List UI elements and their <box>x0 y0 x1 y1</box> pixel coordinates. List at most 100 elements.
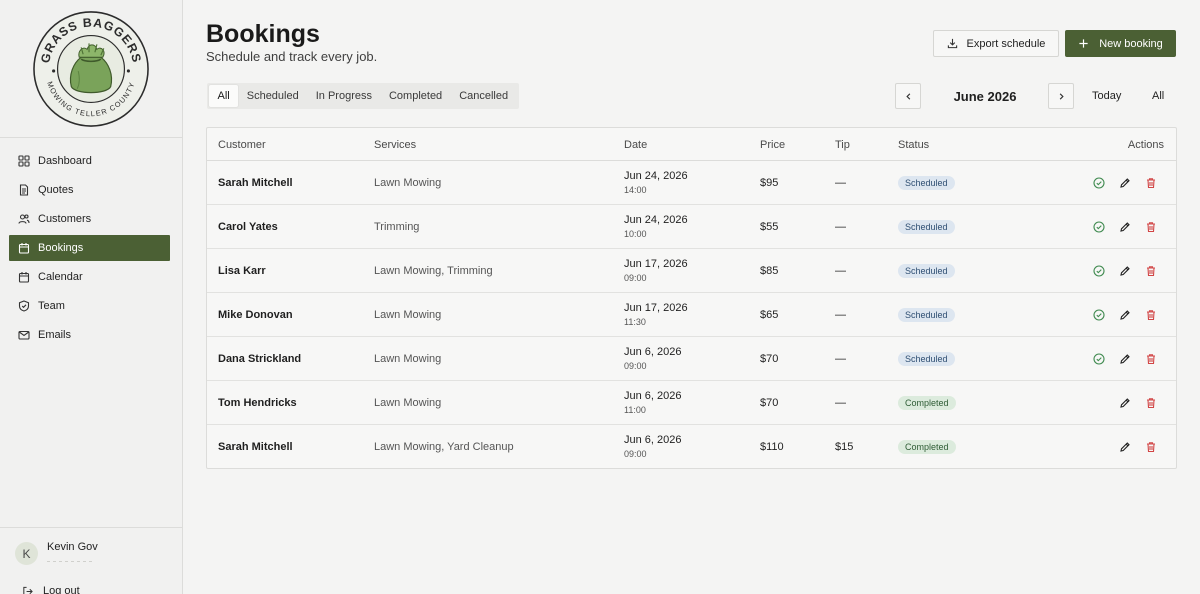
table-row[interactable]: Lisa Karr Lawn Mowing, Trimming Jun 17, … <box>207 249 1176 293</box>
column-header-actions: Actions <box>1127 139 1164 151</box>
price-value: $65 <box>760 309 779 321</box>
new-booking-button[interactable]: New booking <box>1065 30 1176 57</box>
booking-time: 14:00 <box>624 185 647 195</box>
edit-button[interactable] <box>1118 176 1132 190</box>
booking-time: 09:00 <box>624 361 647 371</box>
sidebar-item-customers[interactable]: Customers <box>9 206 170 232</box>
customer-name[interactable]: Dana Strickland <box>218 353 301 365</box>
column-header-services[interactable]: Services <box>374 139 416 151</box>
trash-icon <box>1147 442 1155 453</box>
sidebar-item-dashboard[interactable]: Dashboard <box>9 148 170 174</box>
tab-cancelled[interactable]: Cancelled <box>451 85 517 107</box>
edit-button[interactable] <box>1118 264 1132 278</box>
document-icon <box>19 184 29 196</box>
user-subtitle-placeholder <box>47 561 98 562</box>
status-badge: Scheduled <box>898 176 955 190</box>
user-block: K Kevin Gov Log out <box>0 527 182 594</box>
mark-complete-button[interactable] <box>1092 308 1106 322</box>
sidebar-item-emails[interactable]: Emails <box>9 322 170 348</box>
tab-in-progress[interactable]: In Progress <box>307 85 380 107</box>
logout-button[interactable]: Log out <box>22 585 80 594</box>
sidebar-item-calendar[interactable]: Calendar <box>9 264 170 290</box>
sidebar-item-label: Emails <box>38 329 72 341</box>
delete-button[interactable] <box>1144 220 1158 234</box>
table-row[interactable]: Mike Donovan Lawn Mowing Jun 17, 2026 11… <box>207 293 1176 337</box>
table-row[interactable]: Sarah Mitchell Lawn Mowing Jun 24, 2026 … <box>207 161 1176 205</box>
mark-complete-button[interactable] <box>1092 176 1106 190</box>
customer-name[interactable]: Carol Yates <box>218 221 278 233</box>
customer-name[interactable]: Lisa Karr <box>218 265 266 277</box>
booking-time: 11:00 <box>624 405 646 415</box>
export-schedule-button[interactable]: Export schedule <box>933 30 1059 57</box>
users-icon <box>18 214 30 224</box>
logo-area: GRASS BAGGERS MOWING TELLER COUNTY <box>0 0 182 138</box>
delete-button[interactable] <box>1144 440 1158 454</box>
customer-name[interactable]: Sarah Mitchell <box>218 441 293 453</box>
chevron-right-icon <box>1059 92 1064 100</box>
sidebar-item-team[interactable]: Team <box>9 293 170 319</box>
today-button[interactable]: Today <box>1092 90 1121 102</box>
avatar: K <box>15 542 38 565</box>
pencil-icon <box>1120 442 1130 452</box>
tip-value: — <box>835 309 846 321</box>
trash-icon <box>1147 398 1155 409</box>
delete-button[interactable] <box>1144 264 1158 278</box>
delete-button[interactable] <box>1144 352 1158 366</box>
booking-date: Jun 17, 2026 <box>624 258 688 270</box>
tip-value: — <box>835 221 846 233</box>
previous-month-button[interactable] <box>895 83 921 109</box>
bookings-table: Customer Services Date Price Tip Status … <box>206 127 1177 469</box>
mark-complete-button[interactable] <box>1092 264 1106 278</box>
column-header-price[interactable]: Price <box>760 139 785 151</box>
trash-icon <box>1147 178 1155 189</box>
table-row[interactable]: Carol Yates Trimming Jun 24, 2026 10:00 … <box>207 205 1176 249</box>
sidebar-item-bookings[interactable]: Bookings <box>9 235 170 261</box>
table-body: Sarah Mitchell Lawn Mowing Jun 24, 2026 … <box>207 161 1176 469</box>
booking-date: Jun 17, 2026 <box>624 302 688 314</box>
customer-name[interactable]: Sarah Mitchell <box>218 177 293 189</box>
chevron-left-icon <box>905 92 910 100</box>
edit-button[interactable] <box>1118 220 1132 234</box>
customer-name[interactable]: Mike Donovan <box>218 309 293 321</box>
column-header-customer[interactable]: Customer <box>218 139 266 151</box>
column-header-date[interactable]: Date <box>624 139 647 151</box>
table-row[interactable]: Sarah Mitchell Lawn Mowing, Yard Cleanup… <box>207 425 1176 469</box>
column-header-tip[interactable]: Tip <box>835 139 850 151</box>
sidebar-item-label: Dashboard <box>38 155 92 167</box>
table-header: Customer Services Date Price Tip Status … <box>207 128 1176 161</box>
edit-button[interactable] <box>1118 308 1132 322</box>
check-circle-icon <box>1093 265 1105 277</box>
mark-complete-button[interactable] <box>1092 352 1106 366</box>
next-month-button[interactable] <box>1048 83 1074 109</box>
delete-button[interactable] <box>1144 308 1158 322</box>
edit-button[interactable] <box>1118 352 1132 366</box>
logout-label: Log out <box>43 585 80 594</box>
tip-value: — <box>835 177 846 189</box>
edit-button[interactable] <box>1118 396 1132 410</box>
services-text: Trimming <box>374 221 420 233</box>
all-dates-button[interactable]: All <box>1152 90 1164 102</box>
table-row[interactable]: Dana Strickland Lawn Mowing Jun 6, 2026 … <box>207 337 1176 381</box>
grass-baggers-logo[interactable]: GRASS BAGGERS MOWING TELLER COUNTY <box>32 10 150 128</box>
table-row[interactable]: Tom Hendricks Lawn Mowing Jun 6, 2026 11… <box>207 381 1176 425</box>
tab-completed[interactable]: Completed <box>380 85 450 107</box>
tip-value: — <box>835 397 846 409</box>
column-header-status[interactable]: Status <box>898 139 929 151</box>
mail-icon <box>18 330 30 340</box>
booking-time: 09:00 <box>624 273 647 283</box>
delete-button[interactable] <box>1144 396 1158 410</box>
current-month-label: June 2026 <box>953 89 1017 104</box>
user-profile[interactable]: K Kevin Gov <box>15 540 182 565</box>
sidebar-item-quotes[interactable]: Quotes <box>9 177 170 203</box>
customer-name[interactable]: Tom Hendricks <box>218 397 297 409</box>
tab-scheduled[interactable]: Scheduled <box>238 85 307 107</box>
booking-date: Jun 24, 2026 <box>624 214 688 226</box>
price-value: $70 <box>760 353 779 365</box>
status-badge: Scheduled <box>898 220 955 234</box>
mark-complete-button[interactable] <box>1092 220 1106 234</box>
edit-button[interactable] <box>1118 440 1132 454</box>
tab-all[interactable]: All <box>209 85 239 107</box>
shield-icon <box>18 300 30 312</box>
delete-button[interactable] <box>1144 176 1158 190</box>
pencil-icon <box>1120 222 1130 232</box>
